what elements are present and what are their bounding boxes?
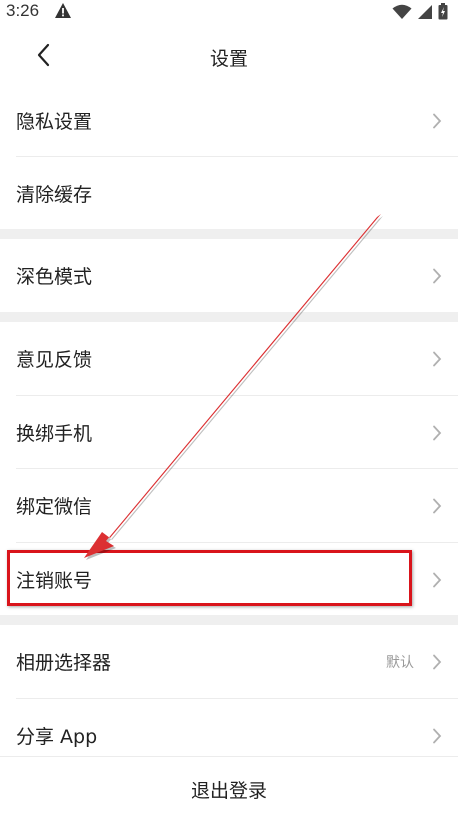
privacy-settings-label: 隐私设置	[16, 111, 93, 133]
chevron-right-icon	[433, 498, 442, 513]
chevron-right-icon	[433, 728, 442, 743]
dark-mode-item[interactable]: 深色模式	[0, 239, 458, 312]
chevron-right-icon	[433, 654, 442, 669]
album-picker-label: 相册选择器	[16, 652, 112, 674]
status-icons	[392, 3, 448, 24]
signal-icon	[417, 4, 433, 24]
status-bar: 3:26	[0, 0, 458, 24]
chevron-right-icon	[433, 113, 442, 128]
album-picker-value: 默认	[386, 654, 414, 671]
feedback-label: 意见反馈	[16, 349, 93, 371]
status-time: 3:26	[6, 1, 40, 20]
bind-wechat-label: 绑定微信	[16, 496, 93, 518]
share-app-label: 分享 App	[16, 726, 98, 748]
page-title: 设置	[209, 48, 248, 70]
clear-cache-item[interactable]: 清除缓存	[0, 157, 458, 230]
dark-mode-label: 深色模式	[16, 266, 93, 288]
section-separator	[0, 229, 458, 239]
clear-cache-label: 清除缓存	[16, 184, 93, 206]
chevron-right-icon	[433, 572, 442, 587]
privacy-settings-item[interactable]: 隐私设置	[0, 84, 458, 157]
feedback-item[interactable]: 意见反馈	[0, 322, 458, 395]
section-separator	[0, 615, 458, 625]
logout-label: 退出登录	[190, 779, 267, 802]
change-phone-item[interactable]: 换绑手机	[0, 396, 458, 469]
chevron-right-icon	[433, 268, 442, 283]
logout-button[interactable]: 退出登录	[0, 756, 458, 821]
battery-icon	[438, 3, 448, 24]
album-picker-item[interactable]: 相册选择器 默认	[0, 625, 458, 698]
chevron-right-icon	[433, 351, 442, 366]
change-phone-label: 换绑手机	[16, 423, 93, 445]
wifi-icon	[392, 4, 412, 24]
warning-icon	[54, 2, 72, 23]
annotation-highlight-box	[7, 550, 412, 606]
bind-wechat-item[interactable]: 绑定微信	[0, 469, 458, 542]
navigation-bar: 设置	[0, 24, 458, 88]
section-separator	[0, 312, 458, 322]
chevron-right-icon	[433, 425, 442, 440]
